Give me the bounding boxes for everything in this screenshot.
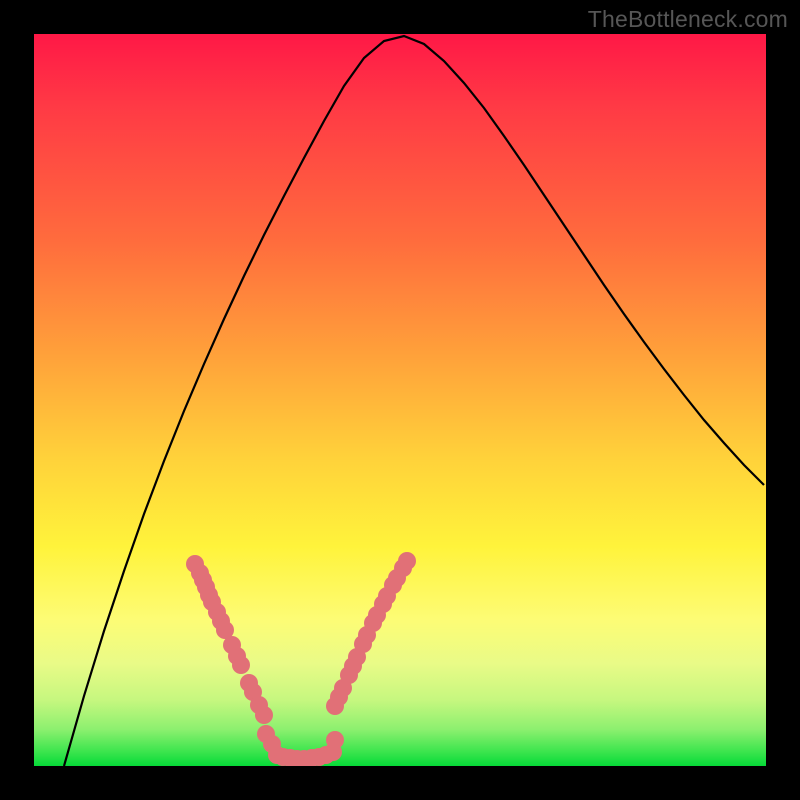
curve-svg: [34, 34, 766, 766]
data-dot: [255, 706, 273, 724]
data-dot: [326, 731, 344, 749]
dot-layer: [186, 552, 416, 766]
bottleneck-curve: [64, 36, 764, 766]
watermark-text: TheBottleneck.com: [588, 6, 788, 33]
chart-frame: TheBottleneck.com: [0, 0, 800, 800]
data-dot: [232, 656, 250, 674]
plot-area: [34, 34, 766, 766]
data-dot: [398, 552, 416, 570]
